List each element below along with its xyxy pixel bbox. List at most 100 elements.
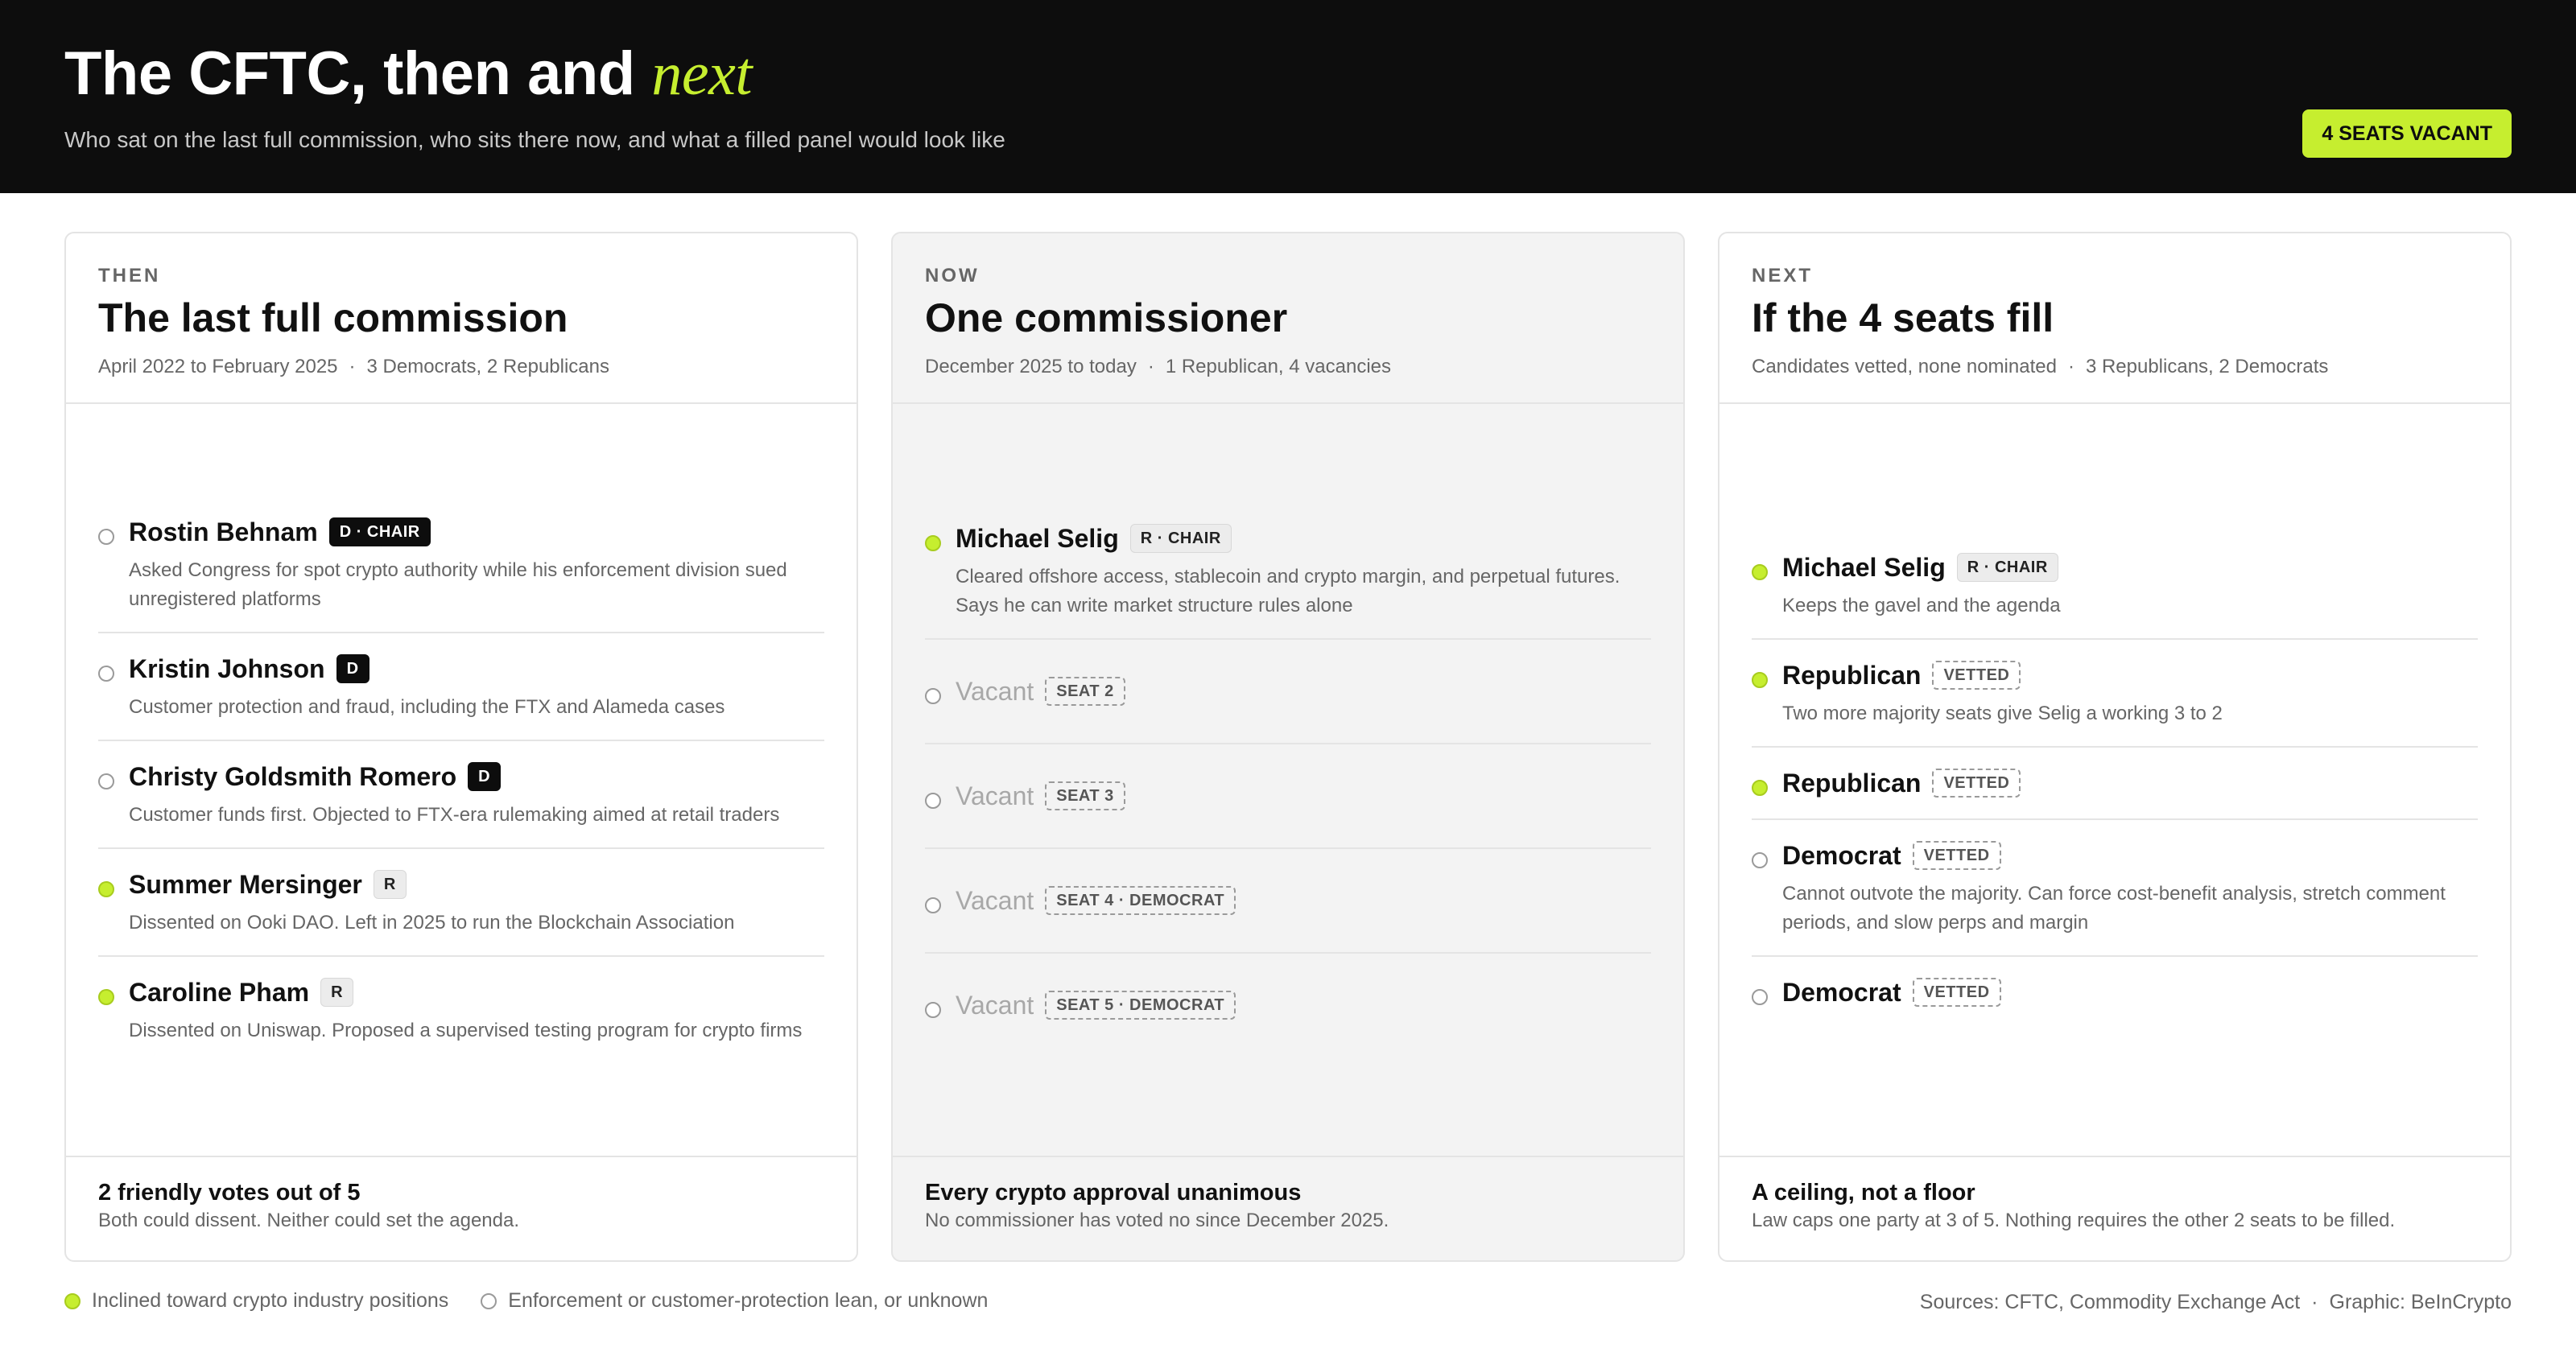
vacant-label: Vacant xyxy=(956,990,1034,1020)
enforcement-lean-dot-icon xyxy=(925,688,941,704)
commissioner-row: Christy Goldsmith Romero D Customer funds … xyxy=(98,741,824,849)
name-line: Vacant SEAT 4 · DEMOCRAT xyxy=(956,883,1651,918)
commissioner-description: Dissented on Uniswap. Proposed a supervi… xyxy=(129,1020,803,1041)
column-meta-dates: Candidates vetted, none nominated xyxy=(1752,356,2057,377)
party-tag: VETTED xyxy=(1912,841,2001,870)
column-footer-text: Law caps one party at 3 of 5. Nothing re… xyxy=(1752,1210,2396,1231)
column-meta-parties: 1 Republican, 4 vacancies xyxy=(1165,356,1391,377)
enforcement-lean-dot-icon xyxy=(98,666,114,682)
commissioner-description: Two more majority seats give Selig a wor… xyxy=(1782,703,2223,724)
column-meta-parties: 3 Republicans, 2 Democrats xyxy=(2085,356,2329,377)
page-title: The CFTC, then and next xyxy=(64,37,752,111)
name-line: Republican VETTED xyxy=(1782,657,2478,693)
column-meta-separator: · xyxy=(1147,356,1154,377)
column-meta-separator: · xyxy=(349,356,356,377)
enforcement-lean-dot-icon xyxy=(1752,852,1768,868)
commissioner-row: Democrat VETTED xyxy=(1752,957,2478,1028)
name-line: Michael Selig R · CHAIR xyxy=(956,521,1651,556)
column-footer: A ceiling, not a floor Law caps one party… xyxy=(1719,1156,2510,1260)
party-tag: R xyxy=(373,870,407,899)
vacant-seat-row: Vacant SEAT 4 · DEMOCRAT xyxy=(925,849,1651,954)
enforcement-lean-dot-icon xyxy=(98,529,114,545)
name-line: Christy Goldsmith Romero D xyxy=(129,759,824,794)
party-tag: D xyxy=(336,654,369,683)
crypto-lean-dot-icon xyxy=(1752,780,1768,796)
commissioner-row: Caroline Pham R Dissented on Uniswap. Prop… xyxy=(98,957,824,1063)
commissioner-description: Cleared offshore access, stablecoin and … xyxy=(956,566,1620,616)
commissioner-name: Michael Selig xyxy=(956,523,1119,553)
legend-crypto-label: Inclined toward crypto industry position… xyxy=(92,1289,449,1312)
column-kicker: NEXT xyxy=(1752,265,1814,286)
name-line: Democrat VETTED xyxy=(1782,975,2478,1010)
column-kicker: THEN xyxy=(98,265,161,286)
name-line: Michael Selig R · CHAIR xyxy=(1782,550,2478,585)
party-tag: R · CHAIR xyxy=(1956,553,2058,582)
commissioner-list: Michael Selig R · CHAIR Keeps the gavel an… xyxy=(1752,404,2478,1156)
name-line: Kristin Johnson D xyxy=(129,651,824,686)
column-footer-text: No commissioner has voted no since Decem… xyxy=(925,1210,1389,1231)
title-accent: next xyxy=(651,40,752,108)
column-title: One commissioner xyxy=(925,295,1288,340)
enforcement-lean-dot-icon xyxy=(1752,989,1768,1005)
name-line: Rostin Behnam D · CHAIR xyxy=(129,514,824,550)
crypto-lean-dot-icon xyxy=(925,535,941,551)
commissioner-row: Republican VETTED xyxy=(1752,748,2478,820)
column-meta: Candidates vetted, none nominated · 3 Repu… xyxy=(1752,354,2328,380)
commissioner-row: Michael Selig R · CHAIR Cleared offshore a… xyxy=(925,503,1651,640)
column-header: NEXT If the 4 seats fill Candidates vetted… xyxy=(1719,233,2510,404)
crypto-lean-dot-icon xyxy=(98,881,114,897)
legend: Inclined toward crypto industry position… xyxy=(64,1289,988,1313)
column-footer-text: Both could dissent. Neither could set th… xyxy=(98,1210,520,1231)
column-header: NOW One commissioner December 2025 to toda… xyxy=(893,233,1683,404)
commissioner-name: Republican xyxy=(1782,768,1922,798)
party-tag: SEAT 5 · DEMOCRAT xyxy=(1045,991,1236,1020)
party-tag: D · CHAIR xyxy=(328,517,431,546)
enforcement-lean-dot-icon xyxy=(98,773,114,789)
vacant-seat-row: Vacant SEAT 5 · DEMOCRAT xyxy=(925,954,1651,1057)
column-title: If the 4 seats fill xyxy=(1752,295,2054,340)
commissioner-name: Christy Goldsmith Romero xyxy=(129,761,457,791)
commissioner-row: Democrat VETTED Cannot outvote the majorit… xyxy=(1752,820,2478,957)
commissioner-description: Customer funds first. Objected to FTX-er… xyxy=(129,804,780,826)
commissioner-description: Customer protection and fraud, including… xyxy=(129,696,725,718)
commissioner-name: Summer Mersinger xyxy=(129,869,362,899)
vacant-seat-row: Vacant SEAT 2 xyxy=(925,640,1651,744)
commissioner-name: Republican xyxy=(1782,660,1922,690)
vacant-label: Vacant xyxy=(956,885,1034,915)
column-next: NEXT If the 4 seats fill Candidates vetted… xyxy=(1718,232,2512,1262)
header: The CFTC, then and next Who sat on the l… xyxy=(0,0,2576,193)
column-footer-title: A ceiling, not a floor xyxy=(1752,1180,1975,1206)
column-kicker: NOW xyxy=(925,265,980,286)
sources-credit: Sources: CFTC, Commodity Exchange Act · Gr… xyxy=(1920,1289,2512,1315)
commissioner-description: Dissented on Ooki DAO. Left in 2025 to r… xyxy=(129,912,735,934)
legend-item-crypto: Inclined toward crypto industry position… xyxy=(64,1289,448,1313)
crypto-lean-dot-icon xyxy=(1752,564,1768,580)
commissioner-name: Michael Selig xyxy=(1782,552,1946,582)
commissioner-name: Rostin Behnam xyxy=(129,517,318,546)
column-meta: April 2022 to February 2025 · 3 Democrats,… xyxy=(98,354,609,380)
commissioner-name: Democrat xyxy=(1782,977,1901,1007)
vacant-label: Vacant xyxy=(956,676,1034,706)
sources-text: Sources: CFTC, Commodity Exchange Act xyxy=(1919,1291,2301,1313)
party-tag: VETTED xyxy=(1932,661,2021,690)
seats-vacant-badge: 4 SEATS VACANT xyxy=(2302,109,2512,158)
party-tag: R xyxy=(320,978,354,1007)
name-line: Vacant SEAT 5 · DEMOCRAT xyxy=(956,987,1651,1023)
crypto-lean-dot-icon xyxy=(1752,672,1768,688)
party-tag: R · CHAIR xyxy=(1129,524,1232,553)
commissioner-description: Cannot outvote the majority. Can force c… xyxy=(1782,883,2446,934)
party-tag: VETTED xyxy=(1912,978,2001,1007)
commissioner-list: Michael Selig R · CHAIR Cleared offshore a… xyxy=(925,404,1651,1156)
sources-separator: · xyxy=(2311,1291,2318,1313)
commissioner-row: Kristin Johnson D Customer protection and … xyxy=(98,633,824,741)
commissioner-row: Michael Selig R · CHAIR Keeps the gavel an… xyxy=(1752,532,2478,640)
column-then: THEN The last full commission April 2022 t… xyxy=(64,232,858,1262)
party-tag: SEAT 3 xyxy=(1045,781,1125,810)
commissioner-row: Summer Mersinger R Dissented on Ooki DAO. … xyxy=(98,849,824,957)
party-tag: VETTED xyxy=(1932,769,2021,798)
name-line: Vacant SEAT 2 xyxy=(956,674,1651,709)
vacant-seat-row: Vacant SEAT 3 xyxy=(925,744,1651,849)
column-meta-parties: 3 Democrats, 2 Republicans xyxy=(366,356,609,377)
vacant-label: Vacant xyxy=(956,781,1034,810)
commissioner-description: Keeps the gavel and the agenda xyxy=(1782,595,2061,616)
